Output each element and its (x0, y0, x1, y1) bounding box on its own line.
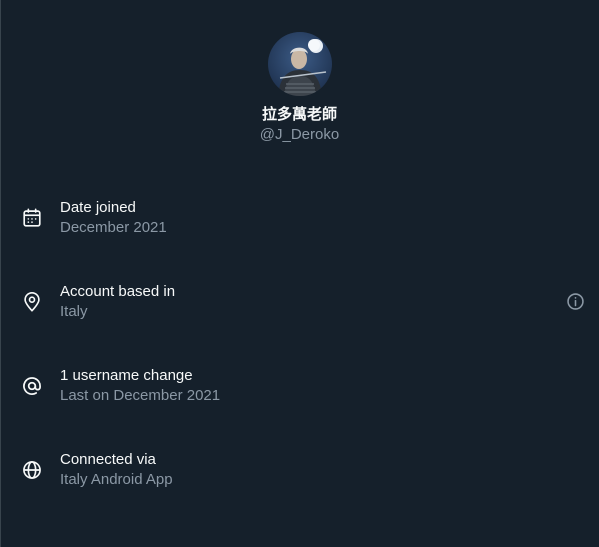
connected-via-row: Connected via Italy Android App (0, 450, 599, 510)
username-handle: @J_Deroko (259, 126, 340, 143)
username-change-text: 1 username change Last on December 2021 (60, 366, 220, 406)
location-pin-icon (21, 291, 43, 313)
at-sign-icon (21, 375, 43, 397)
account-info-panel: 拉多萬老師 @J_Deroko Date joined December 202… (0, 0, 599, 547)
row-title: Date joined (60, 199, 136, 216)
account-based-in-text: Account based in Italy (60, 282, 175, 322)
row-value: Last on December 2021 (60, 387, 221, 404)
row-value: Italy (60, 303, 88, 320)
connected-via-text: Connected via Italy Android App (60, 450, 173, 490)
row-value: Italy Android App (60, 471, 173, 488)
profile-header: 拉多萬老師 @J_Deroko (0, 32, 599, 145)
username-change-row: 1 username change Last on December 2021 (0, 366, 599, 426)
display-name: 拉多萬老師 (261, 106, 337, 123)
date-joined-row: Date joined December 2021 (0, 198, 599, 258)
date-joined-text: Date joined December 2021 (60, 198, 167, 238)
row-value: December 2021 (60, 219, 167, 236)
calendar-icon (21, 207, 43, 229)
info-icon[interactable] (565, 291, 586, 312)
avatar[interactable] (267, 32, 332, 96)
row-title: 1 username change (60, 367, 193, 384)
account-based-in-row: Account based in Italy (0, 282, 599, 342)
row-title: Connected via (60, 451, 156, 468)
row-title: Account based in (60, 283, 176, 300)
globe-icon (21, 459, 43, 481)
